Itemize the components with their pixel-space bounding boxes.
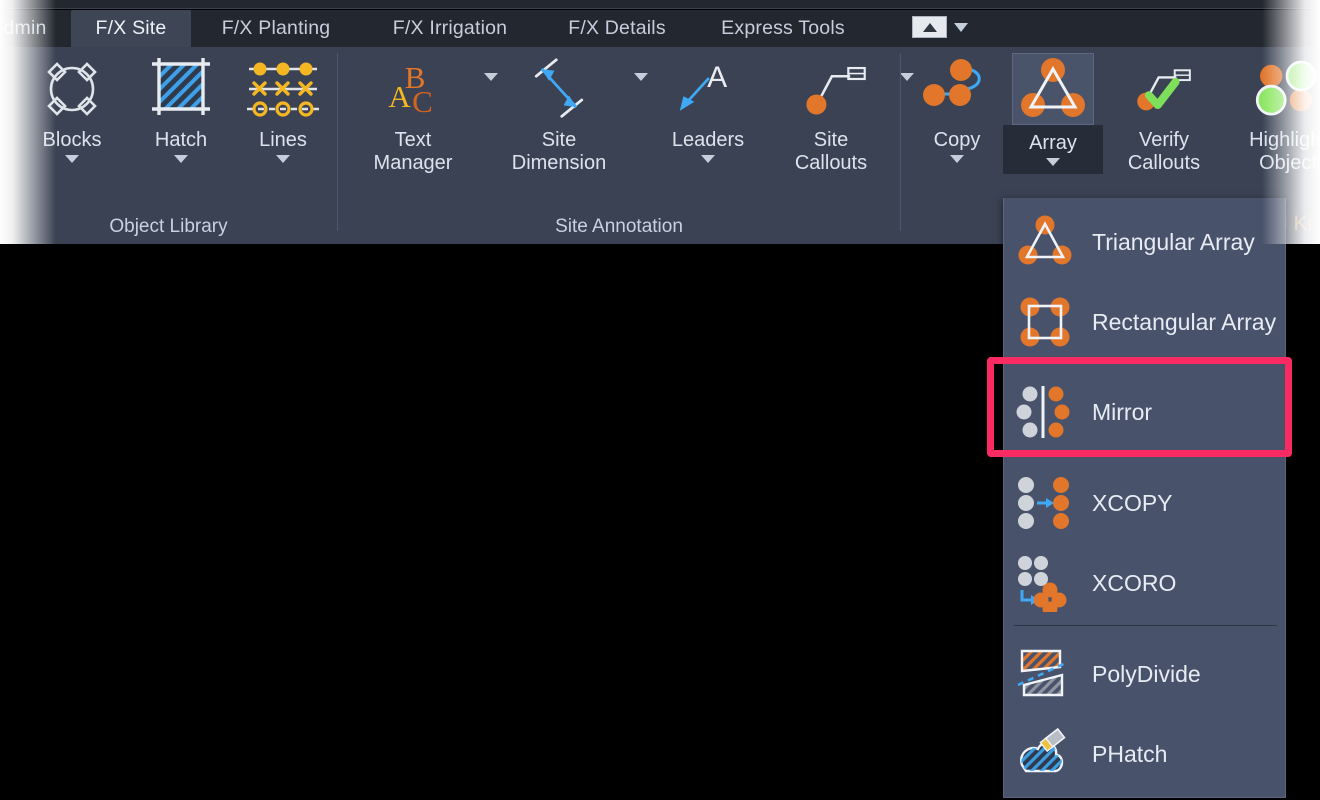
ribbon-button-text-manager[interactable]: A B C Text Manager <box>348 53 498 175</box>
ribbon-button-verify-callouts[interactable]: Verify Callouts <box>1099 53 1229 175</box>
site-callout-icon <box>790 53 872 125</box>
svg-text:C: C <box>412 84 433 119</box>
tab-fx-planting[interactable]: F/X Planting <box>198 10 354 47</box>
highlight-object-icon <box>1247 53 1320 125</box>
menu-divider <box>1014 625 1277 626</box>
copy-arc-icon <box>916 53 998 125</box>
tab-fx-irrigation[interactable]: F/X Irrigation <box>364 10 536 47</box>
tab-label: F/X Irrigation <box>392 17 508 39</box>
tab-admin[interactable]: dmin <box>0 10 68 47</box>
menu-item-xcoro[interactable]: XCORO <box>1004 543 1287 623</box>
tab-label: Express Tools <box>721 17 845 39</box>
abc-text-icon: A B C <box>372 53 454 125</box>
label-line-1: Site <box>541 129 577 151</box>
tab-fx-site[interactable]: F/X Site <box>71 10 191 47</box>
array-label-wrap: Array <box>1003 125 1103 174</box>
ribbon-panel-site-annotation: A B C Text Manager Site Dimension A Lead… <box>338 47 914 244</box>
chevron-down-icon[interactable] <box>65 155 79 163</box>
ribbon-button-site-callouts[interactable]: Site Callouts <box>766 53 914 175</box>
phatch-icon <box>1016 725 1074 783</box>
tab-label: dmin <box>3 17 47 39</box>
svg-text:A: A <box>707 61 727 94</box>
menu-item-triangular-array[interactable]: Triangular Array <box>1004 202 1287 282</box>
up-arrow-icon <box>922 22 937 32</box>
ribbon-button-site-dimension[interactable]: Site Dimension <box>494 53 648 175</box>
ribbon-button-leaders[interactable]: A Leaders <box>643 53 773 163</box>
panel-label-object-library: Object Library <box>109 216 228 237</box>
menu-item-label: PolyDivide <box>1092 660 1201 687</box>
triangular-array-icon <box>1016 213 1074 271</box>
chevron-down-icon[interactable] <box>950 155 964 163</box>
site-dimension-icon <box>518 53 600 125</box>
panel-label-tools: l Ki <box>1283 212 1313 235</box>
ribbon-button-blocks[interactable]: Blocks <box>22 53 122 163</box>
title-bar-strip <box>0 0 1320 9</box>
ribbon-button-label: Highlight Object <box>1249 129 1320 175</box>
triangular-array-icon <box>1012 53 1094 125</box>
verify-check-icon <box>1123 53 1205 125</box>
ribbon-button-copy[interactable]: Copy <box>907 53 1007 163</box>
ribbon-button-label: Text Manager <box>373 73 498 175</box>
ribbon-button-highlight-object[interactable]: Highlight Object <box>1223 53 1320 175</box>
ribbon-panel-object-library: Blocks Hatch Lines Object Library <box>0 47 337 244</box>
hatch-icon <box>140 53 222 125</box>
label-line-2: Object <box>1259 152 1317 174</box>
chevron-down-icon[interactable] <box>701 155 715 163</box>
menu-item-polydivide[interactable]: PolyDivide <box>1004 634 1287 714</box>
leader-arrow-icon: A <box>667 53 749 125</box>
ribbon-button-array[interactable]: Array <box>1003 53 1103 174</box>
tab-label: F/X Site <box>95 17 167 39</box>
label-line-1: Highlight <box>1249 129 1320 151</box>
chevron-down-icon[interactable] <box>1046 158 1060 166</box>
ribbon-button-label: Array <box>1029 132 1077 154</box>
panel-label-site-annotation: Site Annotation <box>555 216 683 237</box>
tab-fx-details[interactable]: F/X Details <box>544 10 690 47</box>
array-dropdown-menu: Triangular Array Rectangular Array Mirro… <box>987 198 1292 798</box>
ribbon-button-label: Verify Callouts <box>1128 129 1200 175</box>
xcopy-icon <box>1016 474 1074 532</box>
ribbon-button-lines[interactable]: Lines <box>233 53 333 163</box>
ribbon-button-label: Copy <box>933 129 981 151</box>
ribbon-button-label: Site Dimension <box>511 73 648 175</box>
rectangular-array-icon <box>1016 293 1074 351</box>
minimize-ribbon-box[interactable] <box>912 16 947 38</box>
menu-item-label: Triangular Array <box>1092 228 1255 255</box>
xcoro-icon <box>1016 554 1074 617</box>
label-line-2: Manager <box>373 152 453 174</box>
menu-item-label: Rectangular Array <box>1092 308 1277 335</box>
chevron-down-icon[interactable] <box>174 155 188 163</box>
menu-item-label: XCOPY <box>1092 489 1173 516</box>
menu-item-phatch[interactable]: PHatch <box>1004 714 1287 794</box>
ribbon-button-label: Lines <box>259 129 307 151</box>
menu-item-xcopy[interactable]: XCOPY <box>1004 463 1287 543</box>
label-line-2: Callouts <box>1127 152 1201 174</box>
minimize-ribbon-button[interactable] <box>912 16 968 38</box>
ribbon-button-label: Hatch <box>154 129 208 151</box>
chevron-down-icon[interactable] <box>954 22 968 32</box>
label-line-1: Text <box>394 129 432 151</box>
label-line-1: Site <box>813 129 849 151</box>
label-line-2: Callouts <box>794 152 868 174</box>
menu-item-label: PHatch <box>1092 740 1168 767</box>
menu-item-label: Mirror <box>1092 398 1153 425</box>
label-line-1: Verify <box>1138 129 1189 151</box>
ribbon-tab-bar: dmin F/X Site F/X Planting F/X Irrigatio… <box>0 10 1320 47</box>
chevron-down-icon[interactable] <box>276 155 290 163</box>
ribbon-button-label: Blocks <box>42 129 102 151</box>
polydivide-icon <box>1016 645 1074 703</box>
mirror-icon <box>1016 383 1074 441</box>
tab-label: F/X Details <box>568 17 666 39</box>
menu-item-label: XCORO <box>1092 569 1177 596</box>
menu-item-rectangular-array[interactable]: Rectangular Array <box>1004 282 1287 362</box>
ribbon-button-hatch[interactable]: Hatch <box>131 53 231 163</box>
tab-express-tools[interactable]: Express Tools <box>700 10 866 47</box>
blocks-icon <box>31 53 113 125</box>
lines-icon <box>242 53 324 125</box>
application-window: dmin F/X Site F/X Planting F/X Irrigatio… <box>0 0 1320 800</box>
label-line-2: Dimension <box>511 152 607 174</box>
ribbon-button-label: Site Callouts <box>794 73 914 175</box>
menu-item-mirror[interactable]: Mirror <box>987 357 1292 457</box>
tab-label: F/X Planting <box>221 17 331 39</box>
ribbon-button-label: Leaders <box>671 129 745 151</box>
